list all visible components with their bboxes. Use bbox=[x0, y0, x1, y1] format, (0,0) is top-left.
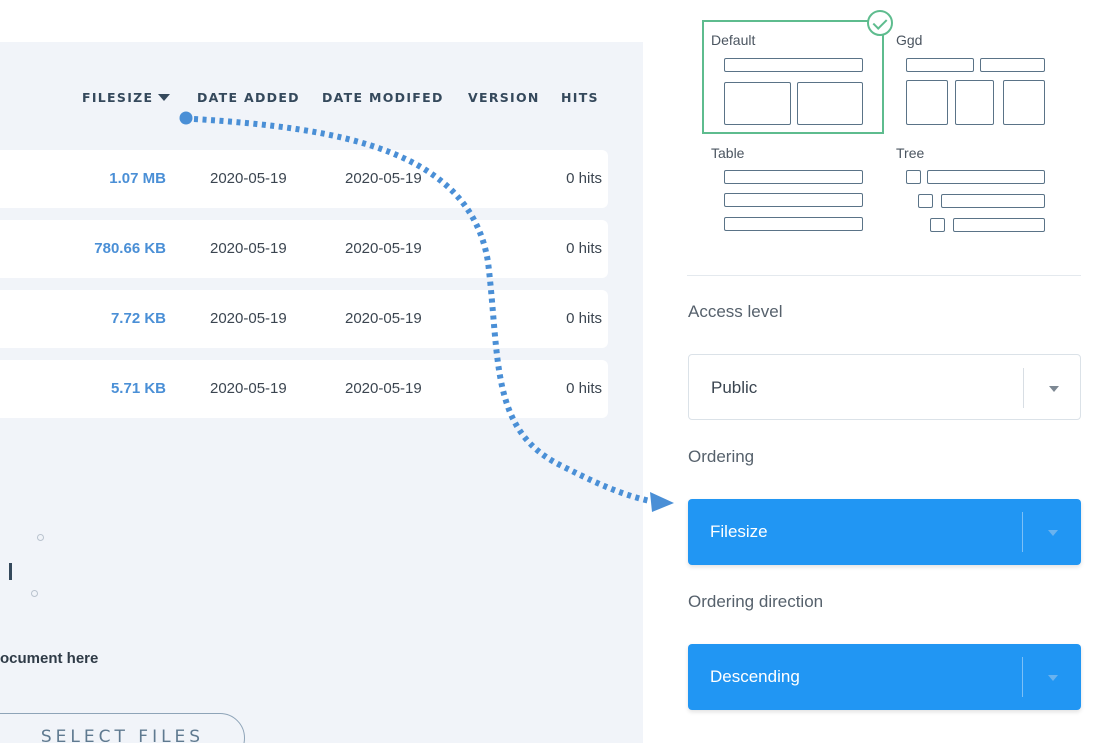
layout-label-table: Table bbox=[711, 145, 745, 161]
date-added-cell: 2020-05-19 bbox=[210, 380, 287, 397]
layout-preview-block bbox=[1003, 80, 1045, 125]
table-row[interactable]: 5.71 KB 2020-05-19 2020-05-19 0 hits bbox=[0, 360, 608, 418]
layout-preview-bar bbox=[724, 193, 863, 207]
date-modified-cell: 2020-05-19 bbox=[345, 240, 422, 257]
filesize-cell: 7.72 KB bbox=[110, 310, 166, 327]
layout-preview-block bbox=[724, 82, 791, 125]
date-added-cell: 2020-05-19 bbox=[210, 310, 287, 327]
select-separator bbox=[1022, 657, 1023, 697]
layout-preview-bar bbox=[927, 170, 1045, 184]
layout-label-default: Default bbox=[711, 32, 756, 48]
filesize-cell: 780.66 KB bbox=[94, 240, 166, 257]
table-row[interactable]: 780.66 KB 2020-05-19 2020-05-19 0 hits bbox=[0, 220, 608, 278]
hits-cell: 0 hits bbox=[566, 170, 602, 187]
layout-label-tree: Tree bbox=[896, 145, 925, 161]
hits-cell: 0 hits bbox=[566, 380, 602, 397]
filesize-cell: 5.71 KB bbox=[110, 380, 166, 397]
sort-descending-icon[interactable] bbox=[158, 94, 171, 101]
layout-preview-block bbox=[955, 80, 994, 125]
layout-preview-node bbox=[930, 218, 945, 232]
layout-preview-bar bbox=[724, 58, 863, 72]
date-added-cell: 2020-05-19 bbox=[210, 240, 287, 257]
column-header-date-added[interactable]: DATE ADDED bbox=[197, 90, 300, 105]
chevron-down-icon bbox=[1049, 386, 1059, 392]
date-modified-cell: 2020-05-19 bbox=[345, 380, 422, 397]
table-row[interactable]: 7.72 KB 2020-05-19 2020-05-19 0 hits bbox=[0, 290, 608, 348]
hits-cell: 0 hits bbox=[566, 310, 602, 327]
layout-preview-bar bbox=[980, 58, 1045, 72]
annotation-arrowhead-icon bbox=[650, 492, 674, 512]
ordering-direction-value: Descending bbox=[710, 667, 800, 686]
column-header-hits[interactable]: HITS bbox=[561, 90, 599, 105]
column-header-filesize-label: FILESIZE bbox=[82, 90, 154, 105]
chevron-down-icon bbox=[1048, 530, 1058, 536]
section-divider bbox=[687, 275, 1081, 276]
select-files-button[interactable]: SELECT FILES bbox=[0, 713, 245, 743]
upload-illustration-icon bbox=[9, 563, 12, 580]
layout-preview-bar bbox=[953, 218, 1045, 232]
date-added-cell: 2020-05-19 bbox=[210, 170, 287, 187]
access-level-label: Access level bbox=[688, 302, 783, 321]
layout-preview-bar bbox=[906, 58, 974, 72]
access-level-value: Public bbox=[711, 378, 758, 397]
decorative-circle bbox=[31, 590, 38, 597]
date-modified-cell: 2020-05-19 bbox=[345, 170, 422, 187]
layout-preview-bar bbox=[941, 194, 1045, 208]
layout-preview-block bbox=[906, 80, 948, 125]
chevron-down-icon bbox=[1048, 675, 1058, 681]
decorative-circle bbox=[37, 534, 44, 541]
filesize-cell: 1.07 MB bbox=[109, 170, 166, 187]
layout-preview-bar bbox=[724, 170, 863, 184]
layout-preview-node bbox=[918, 194, 933, 208]
ordering-value: Filesize bbox=[710, 522, 768, 541]
ordering-direction-label: Ordering direction bbox=[688, 592, 824, 611]
layout-preview-block bbox=[797, 82, 863, 125]
hits-cell: 0 hits bbox=[566, 240, 602, 257]
ordering-label: Ordering bbox=[688, 447, 755, 466]
table-row[interactable]: 1.07 MB 2020-05-19 2020-05-19 0 hits bbox=[0, 150, 608, 208]
access-level-select[interactable]: Public bbox=[688, 354, 1081, 420]
select-separator bbox=[1023, 368, 1024, 408]
screen: FILESIZE DATE ADDED DATE MODIFED VERSION… bbox=[0, 0, 1104, 743]
drop-zone-text: ocument here bbox=[0, 650, 99, 667]
layout-preview-node bbox=[906, 170, 921, 184]
column-header-version[interactable]: VERSION bbox=[468, 90, 540, 105]
column-header-date-modified[interactable]: DATE MODIFED bbox=[322, 90, 444, 105]
select-separator bbox=[1022, 512, 1023, 552]
column-header-filesize[interactable]: FILESIZE bbox=[82, 90, 171, 105]
ordering-direction-select[interactable]: Descending bbox=[688, 644, 1081, 710]
check-circle-icon bbox=[867, 10, 893, 36]
date-modified-cell: 2020-05-19 bbox=[345, 310, 422, 327]
layout-label-ggd: Ggd bbox=[896, 32, 923, 48]
ordering-select[interactable]: Filesize bbox=[688, 499, 1081, 565]
layout-preview-bar bbox=[724, 217, 863, 231]
